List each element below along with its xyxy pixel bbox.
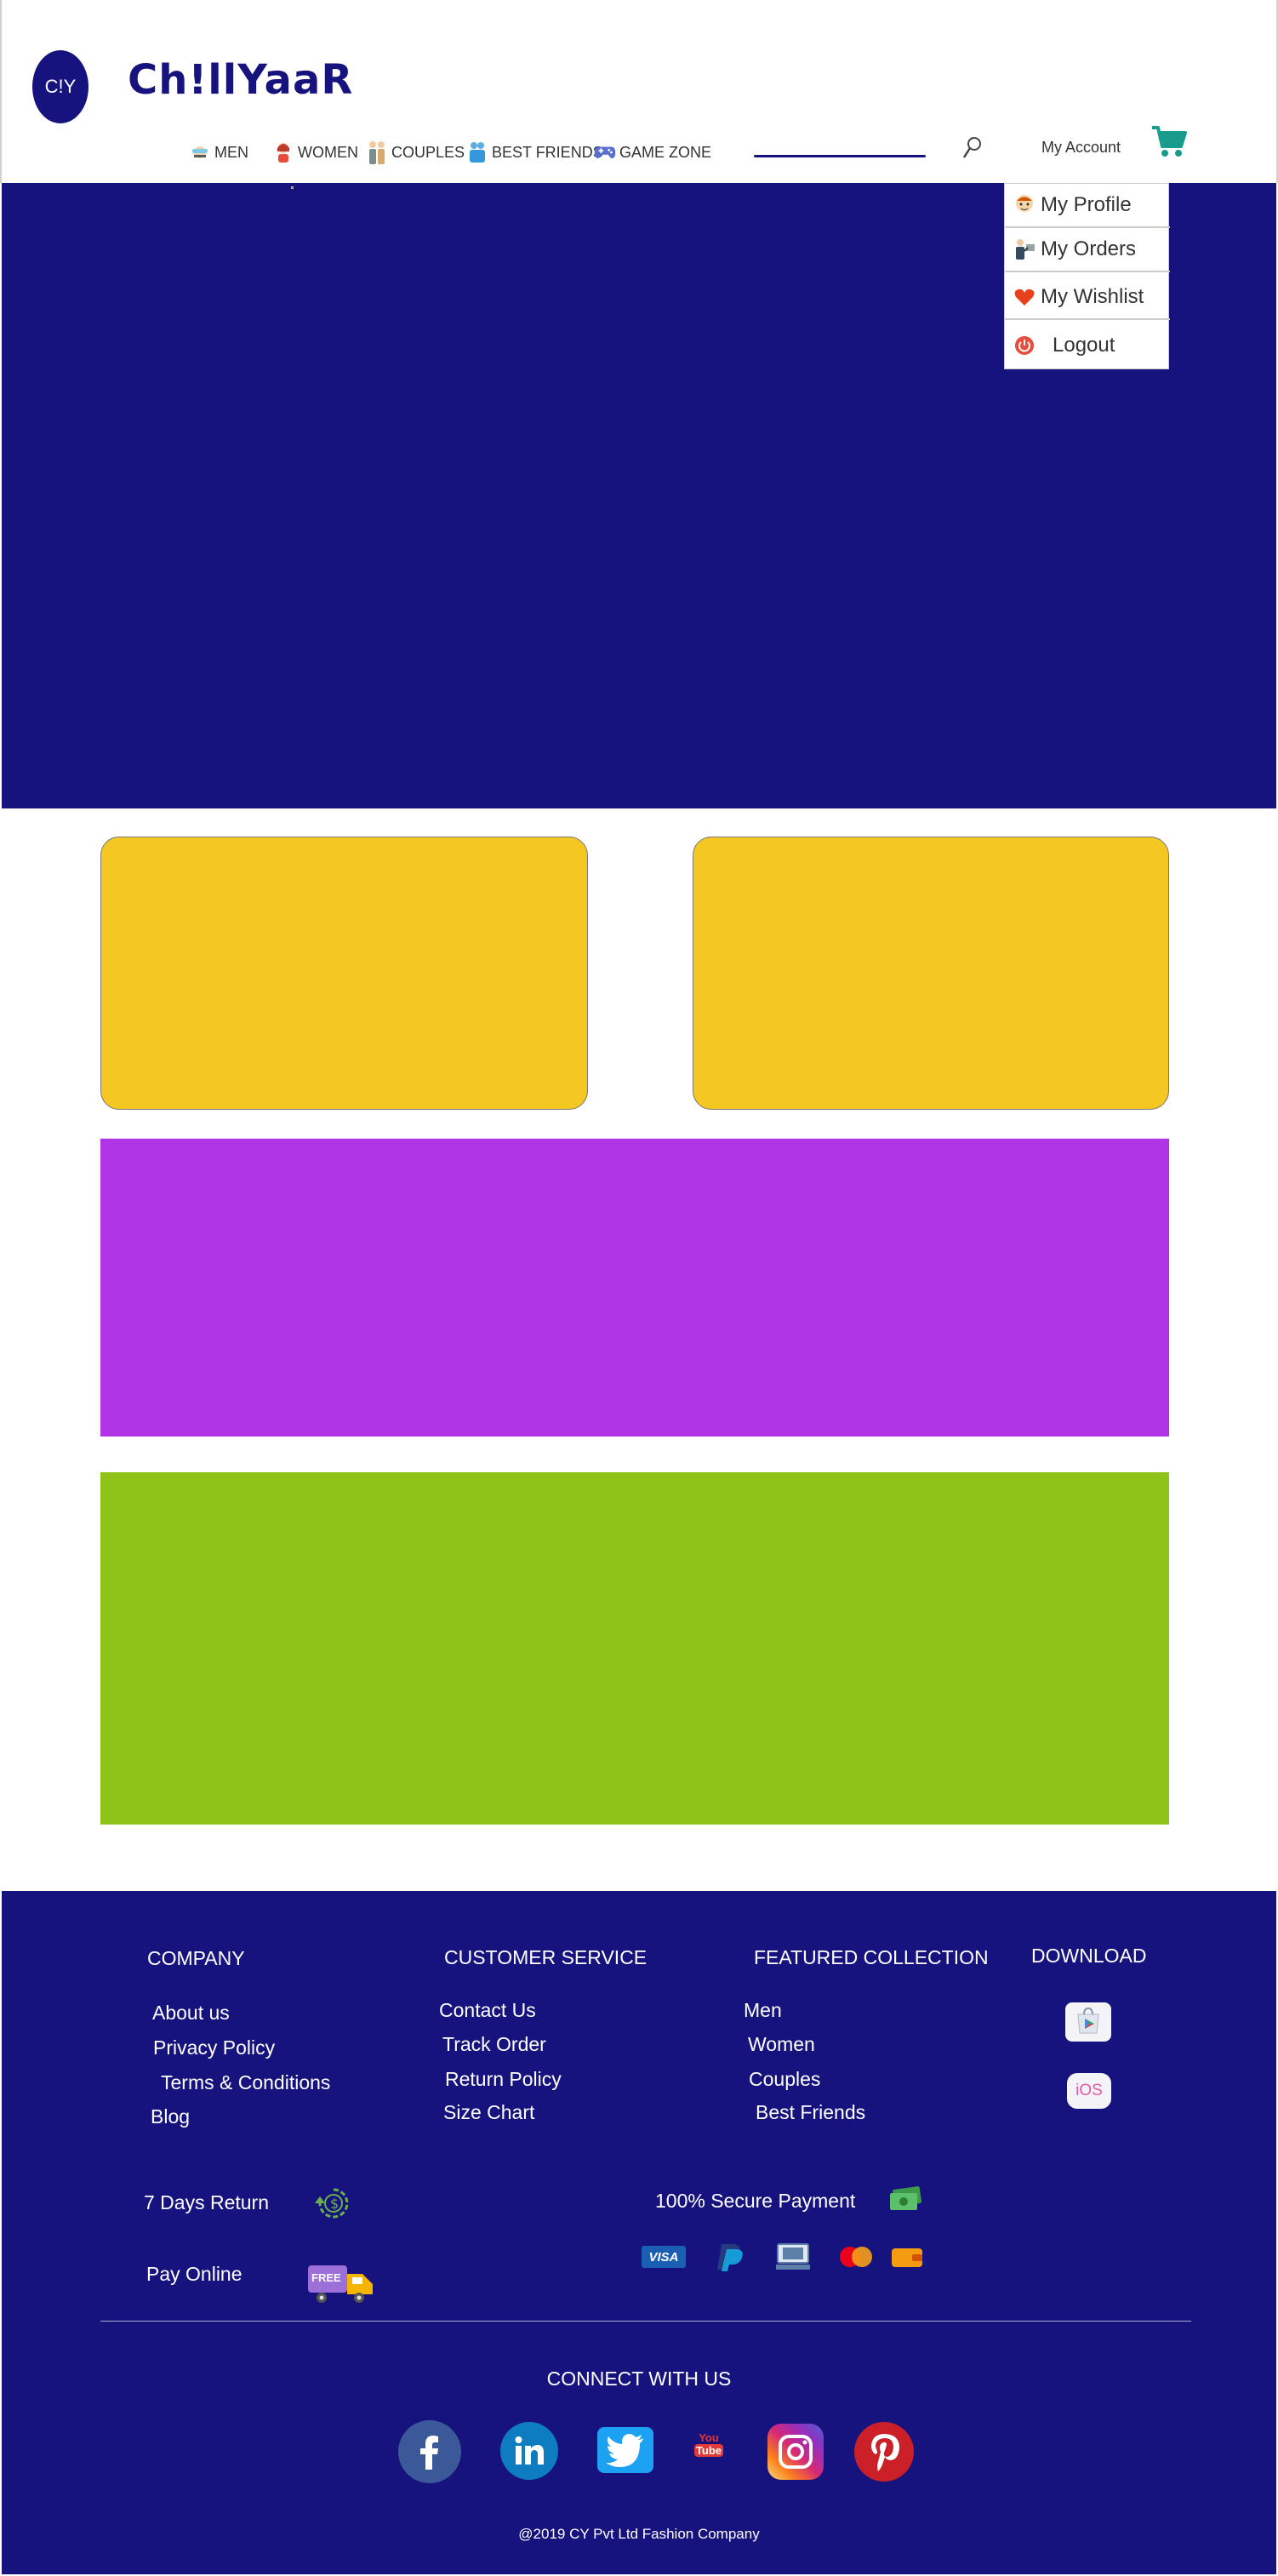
paypal-icon bbox=[713, 2243, 747, 2271]
dropdown-logout-label: Logout bbox=[1053, 334, 1115, 357]
nav-couples[interactable]: COUPLES bbox=[366, 140, 465, 165]
svg-text:$: $ bbox=[330, 2196, 339, 2212]
google-play-icon bbox=[1074, 2006, 1103, 2039]
nav-women[interactable]: WOMEN bbox=[272, 140, 358, 165]
return-money-icon: $ bbox=[311, 2186, 356, 2226]
my-account-link[interactable]: My Account bbox=[1041, 139, 1121, 157]
dropdown-my-wishlist-label: My Wishlist bbox=[1041, 285, 1144, 308]
pay-online-label: Pay Online bbox=[146, 2263, 242, 2285]
orders-icon bbox=[1012, 237, 1037, 262]
logo-text: C!Y bbox=[44, 76, 77, 97]
footer-divider bbox=[100, 2321, 1191, 2322]
free-delivery-icon: FREE bbox=[306, 2262, 376, 2310]
net-banking-icon bbox=[774, 2243, 812, 2270]
gamepad-icon bbox=[594, 141, 616, 163]
promo-banner-purple[interactable] bbox=[100, 1139, 1169, 1437]
nav-men-label: MEN bbox=[214, 143, 248, 161]
days-return-label: 7 Days Return bbox=[144, 2191, 270, 2213]
promo-card-right[interactable] bbox=[693, 837, 1169, 1110]
dropdown-logout[interactable]: Logout bbox=[1005, 323, 1170, 368]
footer-link-about-us[interactable]: About us bbox=[152, 2002, 230, 2025]
twitter-icon[interactable] bbox=[597, 2427, 653, 2473]
footer-link-contact-us[interactable]: Contact Us bbox=[439, 1999, 536, 2022]
dropdown-my-orders[interactable]: My Orders bbox=[1005, 228, 1170, 272]
google-play-badge[interactable] bbox=[1065, 2002, 1111, 2042]
logo-badge[interactable]: C!Y bbox=[32, 50, 88, 123]
dropdown-my-profile[interactable]: My Profile bbox=[1005, 184, 1170, 228]
footer-company-heading: COMPANY bbox=[147, 1947, 245, 1969]
facebook-icon[interactable] bbox=[398, 2420, 461, 2483]
nav-game-zone-label: GAME ZONE bbox=[619, 143, 712, 161]
youtube-icon[interactable]: You Tube bbox=[694, 2431, 723, 2462]
copyright-text: @2019 CY Pvt Ltd Fashion Company bbox=[518, 2526, 760, 2542]
site-header: C!Y Ch!llYaaR MEN WOMEN COUPLES BEST FRI… bbox=[0, 0, 1278, 183]
footer-link-women[interactable]: Women bbox=[748, 2033, 815, 2056]
man-icon bbox=[189, 141, 211, 163]
brand-name[interactable]: Ch!llYaaR bbox=[128, 56, 353, 104]
footer-link-terms[interactable]: Terms & Conditions bbox=[161, 2071, 330, 2094]
wallet-icon bbox=[890, 2243, 924, 2270]
dropdown-my-wishlist[interactable]: My Wishlist bbox=[1005, 276, 1170, 320]
footer-link-best-friends[interactable]: Best Friends bbox=[756, 2101, 865, 2124]
youtube-tube-text: Tube bbox=[694, 2444, 723, 2457]
footer-link-size-chart[interactable]: Size Chart bbox=[443, 2101, 534, 2124]
nav-best-friends[interactable]: BEST FRIENDS bbox=[466, 140, 603, 165]
search-input[interactable] bbox=[754, 155, 926, 157]
footer-link-couples[interactable]: Couples bbox=[749, 2068, 820, 2091]
mastercard-icon bbox=[834, 2243, 878, 2270]
visa-icon: VISA bbox=[642, 2243, 686, 2270]
account-dropdown: My Profile My Orders My Wishlist Logout bbox=[1004, 183, 1170, 369]
footer-link-blog[interactable]: Blog bbox=[151, 2105, 190, 2128]
couple-icon bbox=[366, 141, 388, 164]
hero-dot bbox=[291, 186, 294, 189]
promo-card-left[interactable] bbox=[100, 837, 588, 1110]
visa-label: VISA bbox=[648, 2249, 679, 2265]
footer-link-return-policy[interactable]: Return Policy bbox=[445, 2068, 562, 2091]
search-icon[interactable] bbox=[961, 135, 984, 161]
footer-link-privacy-policy[interactable]: Privacy Policy bbox=[153, 2036, 275, 2059]
footer-download-heading: DOWNLOAD bbox=[1031, 1945, 1147, 1967]
connect-heading: CONNECT WITH US bbox=[546, 2368, 732, 2390]
nav-couples-label: COUPLES bbox=[391, 143, 465, 161]
nav-game-zone[interactable]: GAME ZONE bbox=[594, 140, 711, 165]
power-icon bbox=[1012, 333, 1037, 358]
dropdown-my-profile-label: My Profile bbox=[1041, 193, 1132, 216]
nav-women-label: WOMEN bbox=[298, 143, 358, 161]
pinterest-icon[interactable] bbox=[854, 2422, 914, 2482]
cart-icon[interactable] bbox=[1150, 124, 1188, 160]
friends-icon bbox=[466, 141, 488, 163]
app-store-badge[interactable]: iOS bbox=[1067, 2073, 1111, 2109]
footer-link-track-order[interactable]: Track Order bbox=[442, 2033, 546, 2056]
woman-icon bbox=[272, 141, 294, 163]
footer-customer-service-heading: CUSTOMER SERVICE bbox=[444, 1946, 648, 1968]
heart-icon bbox=[1012, 284, 1037, 310]
promo-banner-green[interactable] bbox=[100, 1472, 1169, 1825]
footer-link-men[interactable]: Men bbox=[744, 1999, 782, 2022]
profile-icon bbox=[1012, 192, 1037, 218]
free-badge-text: FREE bbox=[311, 2271, 341, 2284]
dropdown-my-orders-label: My Orders bbox=[1041, 237, 1137, 260]
site-footer: COMPANY About us Privacy Policy Terms & … bbox=[2, 1891, 1276, 2574]
ios-label: iOS bbox=[1075, 2082, 1103, 2099]
secure-payment-label: 100% Secure Payment bbox=[655, 2190, 856, 2212]
nav-best-friends-label: BEST FRIENDS bbox=[492, 143, 603, 161]
footer-featured-heading: FEATURED COLLECTION bbox=[754, 1946, 989, 1968]
instagram-icon[interactable] bbox=[767, 2424, 824, 2480]
nav-men[interactable]: MEN bbox=[189, 140, 248, 165]
youtube-you-text: You bbox=[699, 2431, 719, 2444]
cash-icon bbox=[887, 2185, 924, 2218]
linkedin-icon[interactable] bbox=[500, 2422, 558, 2480]
